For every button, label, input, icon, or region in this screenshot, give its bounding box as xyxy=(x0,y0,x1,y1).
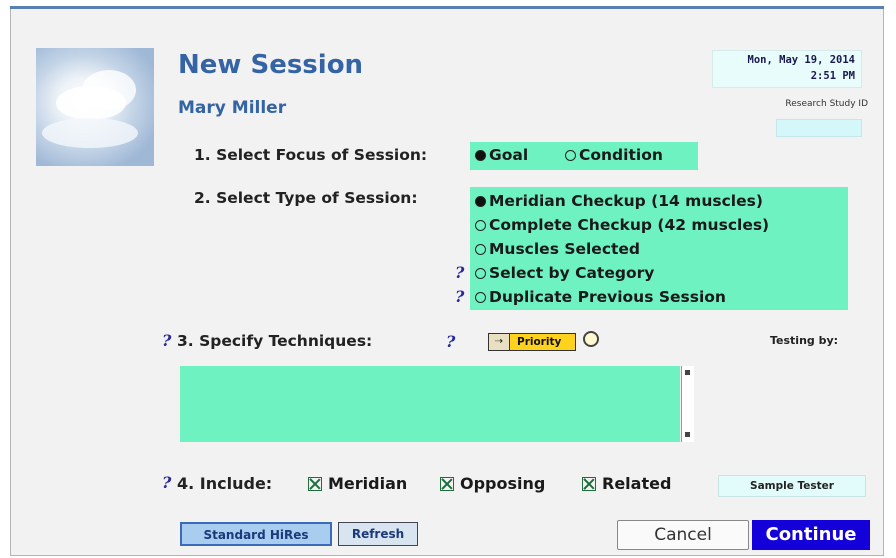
radio-meridian[interactable] xyxy=(475,195,486,207)
sky-image xyxy=(36,48,154,166)
type-option-duplicate[interactable]: Duplicate Previous Session xyxy=(475,288,726,306)
research-study-id-field[interactable] xyxy=(776,119,862,137)
priority-arrow-icon: ⇢ xyxy=(489,334,510,350)
help-icon-duplicate[interactable]: ? xyxy=(455,287,464,306)
research-study-label: Research Study ID xyxy=(785,99,868,109)
priority-label: Priority xyxy=(517,336,562,348)
type-option-complete[interactable]: Complete Checkup (42 muscles) xyxy=(475,216,769,234)
step2-label: 2. Select Type of Session: xyxy=(194,189,418,207)
help-icon-include[interactable]: ? xyxy=(162,473,171,492)
refresh-button[interactable]: Refresh xyxy=(338,522,418,546)
include-related[interactable]: Related xyxy=(582,474,671,493)
step4-label: 4. Include: xyxy=(177,474,273,493)
focus-option-goal[interactable]: Goal xyxy=(475,146,528,164)
clock-icon[interactable] xyxy=(583,331,599,347)
techniques-scrollbar[interactable] xyxy=(681,366,694,442)
help-icon-techniques[interactable]: ? xyxy=(162,331,171,350)
checkbox-opposing[interactable] xyxy=(440,476,454,491)
step1-label: 1. Select Focus of Session: xyxy=(194,146,428,164)
help-icon-category[interactable]: ? xyxy=(455,263,464,282)
type-option-meridian[interactable]: Meridian Checkup (14 muscles) xyxy=(475,192,763,210)
type-option-category[interactable]: Select by Category xyxy=(475,264,654,282)
radio-complete[interactable] xyxy=(475,219,486,231)
checkbox-meridian[interactable] xyxy=(308,476,322,491)
page-title: New Session xyxy=(178,50,364,80)
include-meridian[interactable]: Meridian xyxy=(308,474,407,493)
focus-option-condition[interactable]: Condition xyxy=(565,146,663,164)
priority-button[interactable]: ⇢ Priority xyxy=(488,333,576,351)
date-time-box: Mon, May 19, 2014 2:51 PM xyxy=(712,50,862,88)
radio-category[interactable] xyxy=(475,267,486,279)
patient-name: Mary Miller xyxy=(178,98,287,118)
tester-field[interactable]: Sample Tester xyxy=(718,475,866,497)
continue-button[interactable]: Continue xyxy=(752,520,870,550)
standard-hires-button[interactable]: Standard HiRes xyxy=(180,522,332,546)
help-icon-priority[interactable]: ? xyxy=(446,332,455,351)
techniques-textarea[interactable] xyxy=(180,366,680,442)
date-text: Mon, May 19, 2014 xyxy=(747,54,855,66)
radio-duplicate[interactable] xyxy=(475,291,486,303)
step3-label: 3. Specify Techniques: xyxy=(177,332,373,350)
type-option-muscles[interactable]: Muscles Selected xyxy=(475,240,640,258)
testing-by-label: Testing by: xyxy=(770,334,839,347)
radio-muscles[interactable] xyxy=(475,243,486,255)
window-top-border xyxy=(10,6,884,9)
time-text: 2:51 PM xyxy=(810,70,855,82)
radio-goal[interactable] xyxy=(475,149,486,161)
scroll-up-arrow[interactable] xyxy=(685,370,690,375)
radio-condition[interactable] xyxy=(565,149,576,161)
cancel-button[interactable]: Cancel xyxy=(617,520,749,550)
checkbox-related[interactable] xyxy=(582,476,596,491)
scroll-down-arrow[interactable] xyxy=(685,432,690,437)
include-opposing[interactable]: Opposing xyxy=(440,474,545,493)
